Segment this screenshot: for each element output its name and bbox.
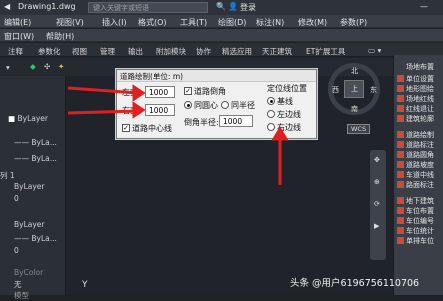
arrow-left-width-head (132, 84, 146, 102)
annotation-arrows (67, 84, 289, 185)
arrow-radius-head (271, 126, 289, 141)
arrow-left-width (67, 86, 139, 95)
arrow-right-width (67, 109, 139, 115)
watermark: 头条 @用户6196756110706 (290, 278, 420, 289)
arrow-right-width-head (132, 101, 146, 119)
